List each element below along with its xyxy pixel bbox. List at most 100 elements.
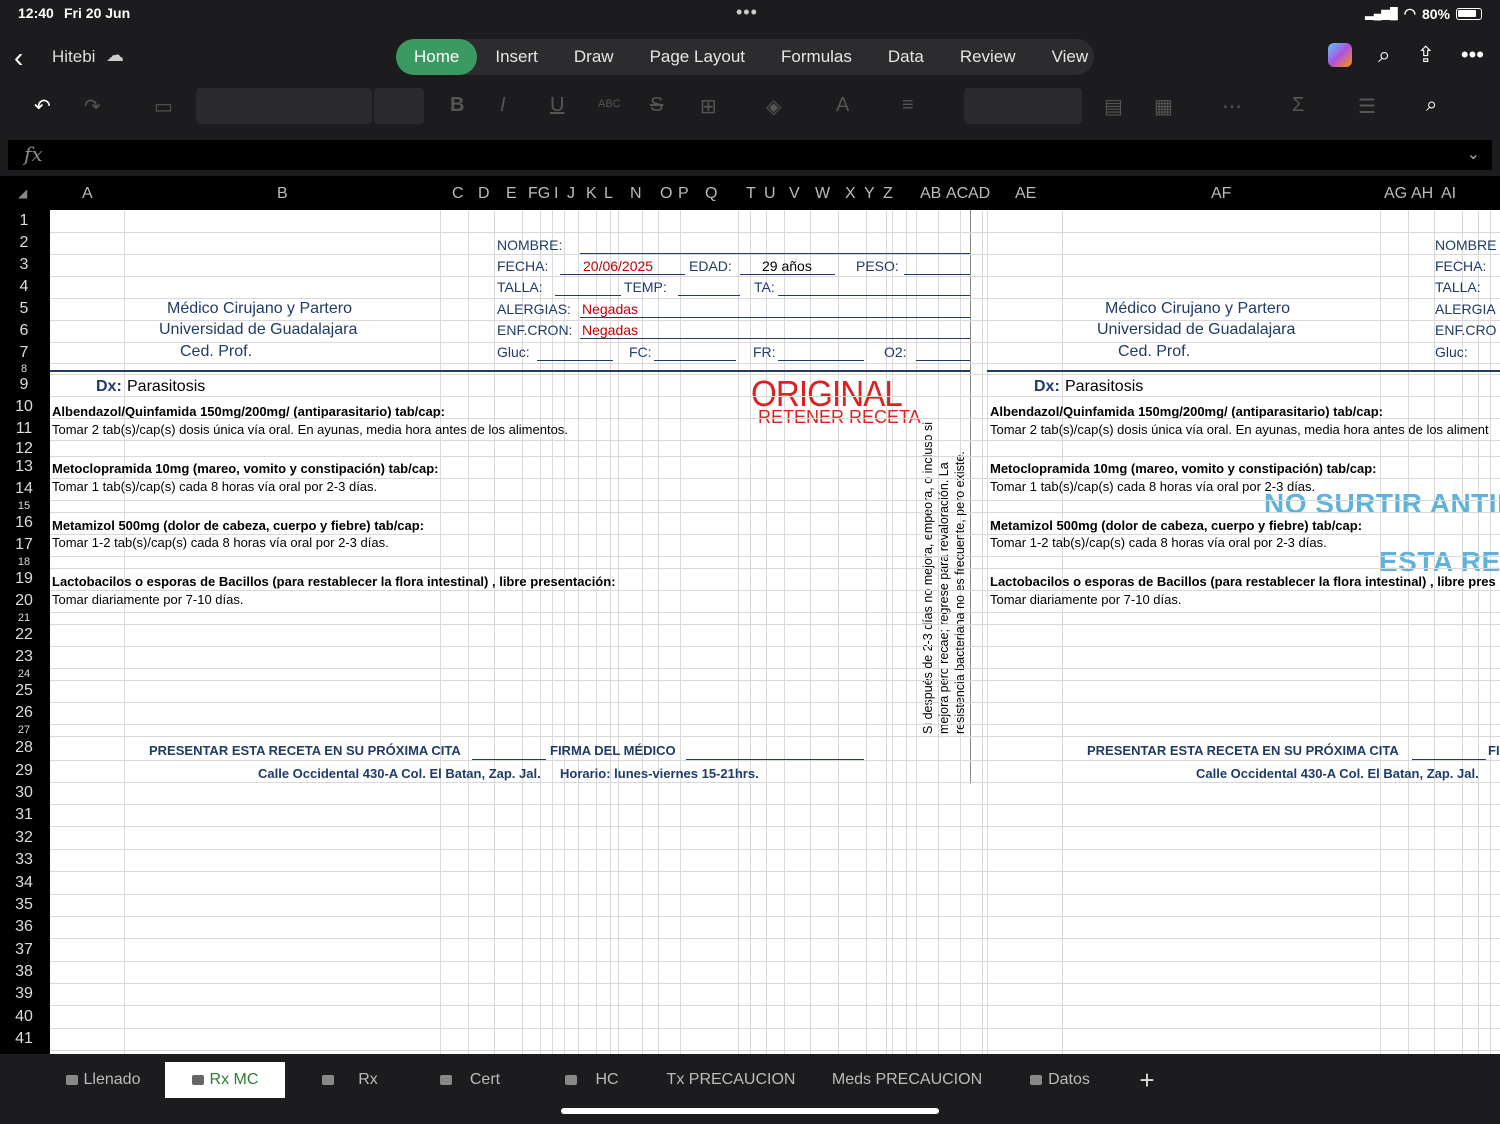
row-header[interactable]: 39 (0, 985, 48, 1003)
row-header[interactable]: 5 (0, 300, 48, 318)
font-color-icon[interactable]: A (836, 94, 849, 117)
find-icon[interactable]: ⌕ (1426, 94, 1437, 117)
search-icon[interactable]: ⌕ (1378, 42, 1390, 68)
med-1-dose-copy[interactable]: Tomar 2 tab(s)/cap(s) dosis única vía or… (990, 422, 1489, 437)
spreadsheet-grid[interactable]: NOMBRE: FECHA: 20/06/2025 EDAD: 29 años … (50, 210, 1500, 1054)
row-header[interactable]: 41 (0, 1030, 48, 1048)
cell-styles-icon[interactable]: ▦ (1154, 94, 1173, 119)
row-header[interactable]: 22 (0, 626, 48, 644)
multitask-dots-icon[interactable]: ••• (736, 2, 758, 23)
row-header[interactable]: 4 (0, 278, 48, 296)
row-header[interactable]: 40 (0, 1008, 48, 1026)
formula-bar[interactable]: fx ⌄ (8, 140, 1492, 170)
tab-draw[interactable]: Draw (556, 39, 632, 75)
add-sheet-icon[interactable]: + (1130, 1062, 1164, 1098)
share-icon[interactable]: ⇪ (1416, 42, 1434, 68)
row-header[interactable]: 14 (0, 480, 48, 498)
chevron-down-icon[interactable]: ⌄ (1467, 144, 1480, 164)
row-header[interactable]: 26 (0, 704, 48, 722)
col-header-c[interactable]: C (452, 185, 464, 203)
sheet-tab-tx-precaucion[interactable]: Tx PRECAUCION (660, 1062, 802, 1098)
sheet-tab-rx-mc[interactable]: Rx MC (165, 1062, 285, 1098)
row-header[interactable]: 19 (0, 570, 48, 588)
col-header-o[interactable]: O (660, 185, 672, 203)
underline-icon[interactable]: U (550, 94, 564, 117)
tab-formulas[interactable]: Formulas (763, 39, 870, 75)
table-icon[interactable]: ▤ (1104, 94, 1123, 119)
col-header-b[interactable]: B (277, 185, 288, 203)
col-header-ae[interactable]: AE (1015, 185, 1036, 203)
col-header-a[interactable]: A (82, 185, 93, 203)
col-header-v[interactable]: V (789, 185, 800, 203)
dx-value[interactable]: Parasitosis (127, 378, 205, 396)
strikethrough-icon[interactable]: S (650, 94, 663, 117)
row-header[interactable]: 1 (0, 212, 48, 230)
col-header-ai[interactable]: AI (1441, 185, 1456, 203)
med-4-dose-copy[interactable]: Tomar diariamente por 7-10 días. (990, 592, 1181, 607)
row-header[interactable]: 9 (0, 376, 48, 394)
row-header[interactable]: 25 (0, 682, 48, 700)
row-header[interactable]: 7 (0, 344, 48, 362)
format-painter-icon[interactable]: ▭ (154, 94, 173, 119)
row-header[interactable]: 28 (0, 739, 48, 757)
row-header[interactable]: 38 (0, 963, 48, 981)
row-header[interactable]: 32 (0, 829, 48, 847)
font-name-box[interactable] (196, 88, 372, 124)
row-header[interactable]: 18 (0, 556, 48, 568)
autosum-icon[interactable]: Σ (1292, 94, 1304, 117)
tab-home[interactable]: Home (396, 39, 478, 75)
row-header[interactable]: 33 (0, 851, 48, 869)
col-header-z[interactable]: Z (883, 185, 893, 203)
med-1-dose[interactable]: Tomar 2 tab(s)/cap(s) dosis única vía or… (52, 422, 568, 437)
tab-insert[interactable]: Insert (477, 39, 556, 75)
row-header[interactable]: 2 (0, 234, 48, 252)
med-1-name-copy[interactable]: Albendazol/Quinfamida 150mg/200mg/ (anti… (990, 404, 1383, 419)
tab-view[interactable]: View (1034, 39, 1107, 75)
col-header-fg[interactable]: FG (528, 185, 550, 203)
sort-filter-icon[interactable]: ☰ (1358, 94, 1376, 119)
med-3-name-copy[interactable]: Metamizol 500mg (dolor de cabeza, cuerpo… (990, 518, 1362, 533)
col-header-ah[interactable]: AH (1411, 185, 1433, 203)
col-header-ag[interactable]: AG (1384, 185, 1407, 203)
med-2-dose[interactable]: Tomar 1 tab(s)/cap(s) cada 8 horas vía o… (52, 479, 377, 494)
sheet-tab-rx[interactable]: Rx (300, 1062, 400, 1098)
row-header[interactable]: 35 (0, 896, 48, 914)
med-2-name-copy[interactable]: Metoclopramida 10mg (mareo, vomito y con… (990, 461, 1376, 476)
row-header[interactable]: 37 (0, 941, 48, 959)
col-header-i[interactable]: I (554, 185, 558, 203)
row-header[interactable]: 34 (0, 874, 48, 892)
row-header[interactable]: 29 (0, 762, 48, 780)
sheet-tab-meds-precaucion[interactable]: Meds PRECAUCION (826, 1062, 988, 1098)
row-header[interactable]: 15 (0, 500, 48, 512)
row-header[interactable]: 3 (0, 256, 48, 274)
med-1-name[interactable]: Albendazol/Quinfamida 150mg/200mg/ (anti… (52, 404, 445, 419)
col-header-u[interactable]: U (764, 185, 776, 203)
row-header[interactable]: 21 (0, 612, 48, 624)
tab-page-layout[interactable]: Page Layout (632, 39, 763, 75)
med-4-dose[interactable]: Tomar diariamente por 7-10 días. (52, 592, 243, 607)
alergias-value[interactable]: Negadas (582, 301, 638, 317)
double-underline-icon[interactable]: ABC (598, 98, 621, 110)
col-header-w[interactable]: W (815, 185, 830, 203)
med-3-name[interactable]: Metamizol 500mg (dolor de cabeza, cuerpo… (52, 518, 424, 533)
row-header[interactable]: 30 (0, 784, 48, 802)
fecha-value[interactable]: 20/06/2025 (583, 258, 653, 274)
tab-data[interactable]: Data (870, 39, 942, 75)
dx-value-copy[interactable]: Parasitosis (1065, 378, 1143, 396)
col-header-t[interactable]: T (746, 185, 756, 203)
row-header[interactable]: 6 (0, 322, 48, 340)
borders-icon[interactable]: ⊞ (700, 94, 717, 119)
row-header[interactable]: 23 (0, 648, 48, 666)
back-chevron-icon[interactable]: ‹ (14, 42, 23, 74)
row-header[interactable]: 11 (0, 420, 48, 438)
sheet-tab-hc[interactable]: HC (542, 1062, 642, 1098)
file-name[interactable]: Hitebi (52, 47, 95, 67)
col-header-ac[interactable]: AC (946, 185, 968, 203)
row-header[interactable]: 13 (0, 458, 48, 476)
med-4-name[interactable]: Lactobacilos o esporas de Bacillos (para… (52, 574, 616, 589)
number-format-box[interactable] (964, 88, 1082, 124)
row-header[interactable]: 27 (0, 724, 48, 736)
more-format-icon[interactable]: ⋯ (1222, 94, 1242, 119)
row-header[interactable]: 8 (0, 363, 48, 375)
edad-value[interactable]: 29 años (762, 258, 812, 274)
